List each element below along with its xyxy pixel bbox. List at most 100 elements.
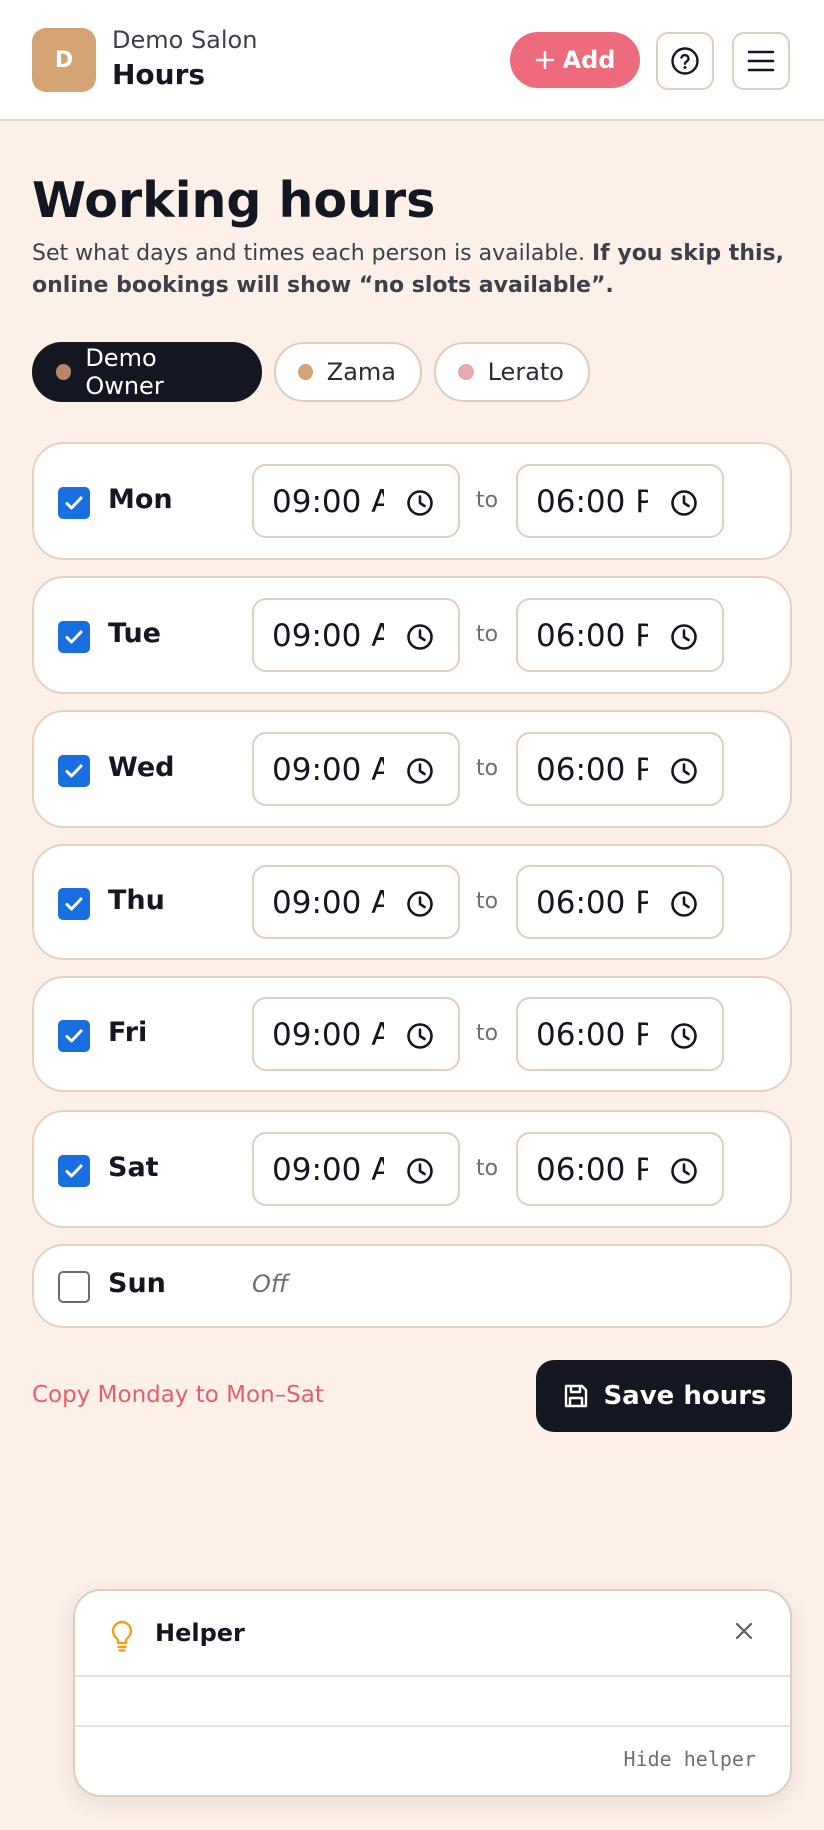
end-time-input-fri[interactable]: 06:00 PM [516,997,724,1071]
clock-icon[interactable] [670,1157,698,1185]
staff-color-dot [298,364,313,380]
checkmark-icon [65,496,83,510]
checkmark-icon [65,897,83,911]
staff-color-dot [458,364,474,380]
clock-icon[interactable] [670,1022,698,1050]
staff-chip-lerato[interactable]: Lerato [434,342,590,402]
to-label: to [476,756,499,781]
copy-monday-link[interactable]: Copy Monday to Mon–Sat [32,1382,324,1408]
add-button-label: Add [562,46,616,74]
add-button[interactable]: Add [510,32,640,88]
save-button-label: Save hours [603,1381,767,1411]
app-header: D Demo Salon Hours Add [0,0,824,121]
hamburger-menu-icon [747,50,775,72]
day-label: Sat [108,1152,159,1183]
staff-chip-demo-owner[interactable]: Demo Owner [32,342,262,402]
end-time-input-mon[interactable]: 06:00 PM [516,464,724,538]
start-time-input-mon[interactable]: 09:00 AM [252,464,460,538]
day-checkbox-tue[interactable] [58,621,90,653]
start-time-input-wed[interactable]: 09:00 AM [252,732,460,806]
clock-icon[interactable] [406,757,434,785]
start-time-input-tue[interactable]: 09:00 AM [252,598,460,672]
day-row-thu: Thu 09:00 AM to 06:00 PM [32,844,792,960]
day-row-sun: Sun Off [32,1244,792,1328]
clock-icon[interactable] [670,890,698,918]
end-time-input-wed[interactable]: 06:00 PM [516,732,724,806]
page-name: Hours [112,58,206,91]
start-time-value: 09:00 AM [272,1152,384,1188]
checkmark-icon [65,764,83,778]
plus-icon [535,50,554,70]
to-label: to [476,622,499,647]
day-checkbox-sat[interactable] [58,1155,90,1187]
helper-divider [75,1725,790,1727]
lightbulb-icon [111,1620,133,1652]
day-checkbox-sun[interactable] [58,1271,90,1303]
day-row-mon: Mon 09:00 AM to 06:00 PM [32,442,792,560]
start-time-value: 09:00 AM [272,484,384,520]
end-time-input-sat[interactable]: 06:00 PM [516,1132,724,1206]
checkmark-icon [65,630,83,644]
start-time-input-fri[interactable]: 09:00 AM [252,997,460,1071]
day-checkbox-fri[interactable] [58,1020,90,1052]
staff-chip-label: Zama [326,358,396,386]
day-label: Tue [108,618,161,649]
start-time-input-sat[interactable]: 09:00 AM [252,1132,460,1206]
day-label: Thu [108,885,165,916]
save-floppy-icon [565,1384,588,1408]
clock-icon[interactable] [406,489,434,517]
day-label: Fri [108,1017,148,1048]
clock-icon[interactable] [670,489,698,517]
day-row-tue: Tue 09:00 AM to 06:00 PM [32,576,792,694]
menu-button[interactable] [732,32,790,90]
help-button[interactable] [656,32,714,90]
description-text: Set what days and times each person is a… [32,241,592,266]
clock-icon[interactable] [406,1022,434,1050]
end-time-input-tue[interactable]: 06:00 PM [516,598,724,672]
staff-color-dot [56,364,72,380]
clock-icon[interactable] [406,1157,434,1185]
question-circle-icon [671,47,699,75]
staff-chip-label: Lerato [487,358,564,386]
end-time-value: 06:00 PM [536,618,648,654]
clock-icon[interactable] [670,623,698,651]
day-row-wed: Wed 09:00 AM to 06:00 PM [32,710,792,828]
end-time-value: 06:00 PM [536,484,648,520]
staff-chip-zama[interactable]: Zama [274,342,422,402]
clock-icon[interactable] [406,890,434,918]
end-time-value: 06:00 PM [536,1017,648,1053]
start-time-value: 09:00 AM [272,1017,384,1053]
day-row-sat: Sat 09:00 AM to 06:00 PM [32,1110,792,1228]
day-label: Sun [108,1268,166,1299]
day-row-fri: Fri 09:00 AM to 06:00 PM [32,976,792,1092]
checkmark-icon [65,1029,83,1043]
day-label: Wed [108,752,175,783]
clock-icon[interactable] [406,623,434,651]
end-time-value: 06:00 PM [536,885,648,921]
save-hours-button[interactable]: Save hours [536,1360,792,1432]
day-checkbox-thu[interactable] [58,888,90,920]
staff-chip-label: Demo Owner [85,344,164,400]
checkmark-icon [65,1164,83,1178]
day-label: Mon [108,484,173,515]
end-time-input-thu[interactable]: 06:00 PM [516,865,724,939]
end-time-value: 06:00 PM [536,1152,648,1188]
helper-title: Helper [155,1619,245,1647]
helper-divider [75,1675,790,1677]
page-description: Set what days and times each person is a… [32,238,792,302]
to-label: to [476,1021,499,1046]
start-time-input-thu[interactable]: 09:00 AM [252,865,460,939]
page-title: Working hours [32,172,436,229]
to-label: to [476,889,499,914]
close-icon[interactable] [732,1619,756,1643]
start-time-value: 09:00 AM [272,618,384,654]
end-time-value: 06:00 PM [536,752,648,788]
clock-icon[interactable] [670,757,698,785]
avatar[interactable]: D [32,28,96,92]
hide-helper-button[interactable]: Hide helper [624,1747,756,1771]
start-time-value: 09:00 AM [272,885,384,921]
to-label: to [476,488,499,513]
day-checkbox-mon[interactable] [58,487,90,519]
start-time-value: 09:00 AM [272,752,384,788]
day-checkbox-wed[interactable] [58,755,90,787]
